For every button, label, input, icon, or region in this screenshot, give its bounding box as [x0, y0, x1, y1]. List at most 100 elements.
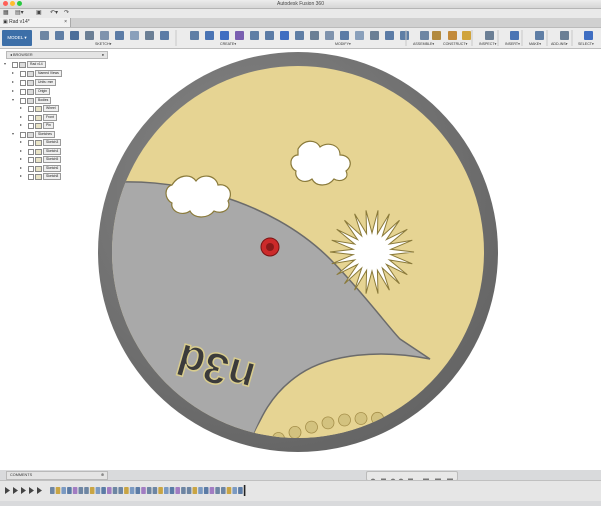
- play-icon[interactable]: [21, 487, 26, 494]
- visibility-icon[interactable]: [20, 89, 26, 95]
- zoom-window-button[interactable]: [17, 1, 22, 6]
- visibility-icon[interactable]: [28, 140, 34, 146]
- visibility-icon[interactable]: [28, 174, 34, 180]
- timeline-feature[interactable]: [141, 487, 146, 494]
- collapsed-arrow-icon[interactable]: ▸: [20, 139, 22, 145]
- timeline-feature[interactable]: [152, 487, 158, 494]
- save-icon[interactable]: ▣: [36, 10, 42, 17]
- timeline-feature[interactable]: [67, 487, 72, 494]
- redo-icon[interactable]: ↷: [64, 10, 69, 17]
- visibility-icon[interactable]: [28, 115, 34, 121]
- ribbon-tool-icon[interactable]: [55, 31, 64, 40]
- file-menu-icon[interactable]: ▤▾: [15, 10, 24, 17]
- timeline-feature[interactable]: [192, 487, 198, 494]
- ribbon-tool-icon[interactable]: [370, 31, 379, 40]
- assemble-menu[interactable]: ASSEMBLE▾: [413, 42, 434, 46]
- minimize-window-button[interactable]: [10, 1, 15, 6]
- ribbon-tool-icon[interactable]: [462, 31, 471, 40]
- browser-pin-icon[interactable]: ●: [102, 52, 104, 58]
- expanded-arrow-icon[interactable]: ▾: [12, 97, 14, 103]
- timeline-feature[interactable]: [135, 487, 141, 494]
- browser-collapse-icon[interactable]: ◂: [10, 53, 12, 57]
- collapsed-arrow-icon[interactable]: ▸: [12, 88, 14, 94]
- make-menu[interactable]: MAKE▾: [529, 42, 541, 46]
- timeline-feature[interactable]: [118, 487, 123, 494]
- timeline-feature[interactable]: [232, 487, 237, 494]
- timeline-marker[interactable]: [243, 485, 246, 496]
- grid-icon[interactable]: ▦: [3, 10, 9, 17]
- timeline-feature[interactable]: [124, 487, 129, 494]
- add-ins-menu[interactable]: ADD-INS▾: [551, 42, 568, 46]
- timeline-feature[interactable]: [89, 487, 95, 494]
- visibility-icon[interactable]: [28, 149, 34, 155]
- collapsed-arrow-icon[interactable]: ▸: [12, 70, 14, 76]
- ribbon-tool-icon[interactable]: [235, 31, 244, 40]
- visibility-icon[interactable]: [20, 98, 26, 104]
- collapsed-arrow-icon[interactable]: ▸: [20, 114, 22, 120]
- ribbon-tool-icon[interactable]: [295, 31, 304, 40]
- ribbon-tool-icon[interactable]: [420, 31, 429, 40]
- timeline-feature[interactable]: [55, 487, 61, 494]
- timeline-feature[interactable]: [112, 487, 118, 494]
- undo-icon[interactable]: ↶▾: [50, 10, 58, 17]
- timeline-feature[interactable]: [175, 487, 180, 494]
- next-icon[interactable]: [29, 487, 34, 494]
- visibility-icon[interactable]: [20, 80, 26, 86]
- visibility-icon[interactable]: [20, 71, 26, 77]
- timeline-feature[interactable]: [84, 487, 89, 494]
- ribbon-tool-icon[interactable]: [205, 31, 214, 40]
- ribbon-tool-icon[interactable]: [250, 31, 259, 40]
- ribbon-tool-icon[interactable]: [130, 31, 139, 40]
- ribbon-tool-icon[interactable]: [220, 31, 229, 40]
- ribbon-tool-icon[interactable]: [100, 31, 109, 40]
- document-tab[interactable]: ▣ Rad v14* ×: [0, 18, 71, 27]
- viewport[interactable]: n3d: [0, 49, 601, 470]
- timeline-feature[interactable]: [215, 487, 220, 494]
- first-icon[interactable]: [5, 487, 10, 494]
- collapsed-arrow-icon[interactable]: ▸: [20, 122, 22, 128]
- ribbon-tool-icon[interactable]: [160, 31, 169, 40]
- close-window-button[interactable]: [3, 1, 8, 6]
- timeline-feature[interactable]: [50, 487, 55, 494]
- ribbon-tool-icon[interactable]: [510, 31, 519, 40]
- timeline-feature[interactable]: [186, 487, 192, 494]
- sketch-menu[interactable]: SKETCH▾: [95, 42, 111, 46]
- visibility-icon[interactable]: [12, 62, 18, 68]
- collapsed-arrow-icon[interactable]: ▸: [20, 173, 22, 179]
- visibility-icon[interactable]: [20, 132, 26, 138]
- timeline-feature[interactable]: [169, 487, 175, 494]
- timeline-feature[interactable]: [226, 487, 232, 494]
- ribbon-tool-icon[interactable]: [485, 31, 494, 40]
- timeline-feature[interactable]: [209, 487, 215, 494]
- ribbon-tool-icon[interactable]: [400, 31, 409, 40]
- timeline-feature[interactable]: [181, 487, 186, 494]
- collapsed-arrow-icon[interactable]: ▸: [12, 79, 14, 85]
- browser-panel-header[interactable]: ◂ BROWSER ●: [6, 51, 108, 59]
- expanded-arrow-icon[interactable]: ▾: [4, 61, 6, 67]
- ribbon-tool-icon[interactable]: [325, 31, 334, 40]
- ribbon-tool-icon[interactable]: [355, 31, 364, 40]
- collapsed-arrow-icon[interactable]: ▸: [20, 156, 22, 162]
- create-menu[interactable]: CREATE▾: [220, 42, 236, 46]
- timeline-feature[interactable]: [78, 487, 84, 494]
- visibility-icon[interactable]: [28, 166, 34, 172]
- ribbon-tool-icon[interactable]: [584, 31, 593, 40]
- timeline-feature[interactable]: [95, 487, 101, 494]
- collapsed-arrow-icon[interactable]: ▸: [20, 105, 22, 111]
- ribbon-tool-icon[interactable]: [340, 31, 349, 40]
- close-tab-icon[interactable]: ×: [64, 18, 67, 27]
- timeline-feature[interactable]: [158, 487, 163, 494]
- timeline-feature[interactable]: [164, 487, 169, 494]
- timeline-feature[interactable]: [72, 487, 78, 494]
- insert-menu[interactable]: INSERT▾: [505, 42, 520, 46]
- construct-menu[interactable]: CONSTRUCT▾: [443, 42, 467, 46]
- timeline-feature[interactable]: [203, 487, 209, 494]
- timeline-feature[interactable]: [101, 487, 106, 494]
- ribbon-tool-icon[interactable]: [432, 31, 441, 40]
- timeline-feature[interactable]: [146, 487, 152, 494]
- comments-expand-icon[interactable]: ⊕: [101, 472, 104, 479]
- inspect-menu[interactable]: INSPECT▾: [479, 42, 496, 46]
- ribbon-tool-icon[interactable]: [265, 31, 274, 40]
- prev-icon[interactable]: [13, 487, 18, 494]
- ribbon-tool-icon[interactable]: [190, 31, 199, 40]
